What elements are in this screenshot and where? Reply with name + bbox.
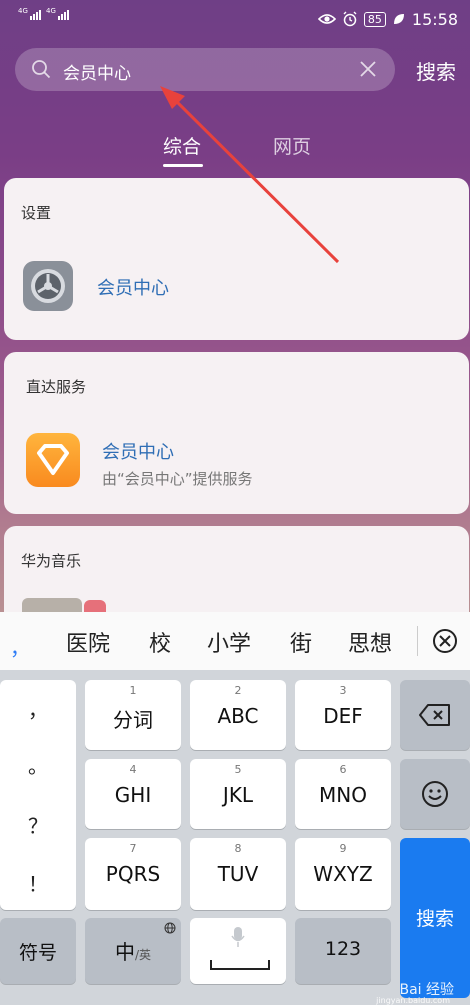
candidate-divider bbox=[417, 626, 418, 656]
candidate-word[interactable]: 校 bbox=[149, 626, 171, 658]
key-4[interactable]: 4 GHI bbox=[85, 759, 181, 829]
eye-icon bbox=[317, 14, 336, 24]
service-app-name: 会员中心 bbox=[102, 442, 174, 463]
music-card-title: 华为音乐 bbox=[21, 552, 82, 570]
clear-icon[interactable] bbox=[359, 60, 377, 78]
punct-key[interactable]: ， bbox=[0, 694, 76, 723]
punct-key[interactable]: 。 bbox=[0, 750, 76, 779]
key-1[interactable]: 1 分词 bbox=[85, 680, 181, 750]
alarm-icon bbox=[343, 11, 357, 27]
watermark-url: jingyan.baidu.com bbox=[376, 996, 450, 1005]
space-key[interactable] bbox=[190, 918, 286, 984]
search-icon bbox=[32, 60, 51, 79]
sim1-signal-icon: 4G bbox=[18, 7, 42, 20]
settings-result-row[interactable]: 会员中心 bbox=[4, 256, 469, 316]
candidate-bar: ， 医院 校 小学 街 思想 bbox=[0, 612, 470, 671]
language-switch-key[interactable]: 中/英 bbox=[85, 918, 181, 984]
status-time: 15:58 bbox=[411, 9, 458, 29]
sim2-signal-icon: 4G bbox=[46, 7, 70, 20]
symbol-key[interactable]: 符号 bbox=[0, 918, 76, 984]
settings-card-title: 设置 bbox=[21, 204, 52, 222]
key-3[interactable]: 3 DEF bbox=[295, 680, 391, 750]
search-input[interactable]: 会员中心 bbox=[15, 48, 395, 91]
member-center-app-icon bbox=[26, 433, 80, 487]
result-tabs: 综合 网页 bbox=[0, 132, 470, 172]
key-9[interactable]: 9 WXYZ bbox=[295, 838, 391, 910]
direct-service-card: 直达服务 会员中心 由“会员中心”提供服务 bbox=[4, 352, 469, 514]
punct-key[interactable]: ！ bbox=[0, 868, 76, 897]
emoji-key[interactable] bbox=[400, 759, 470, 829]
collapse-candidates-icon[interactable] bbox=[432, 628, 458, 654]
candidate-word[interactable]: 小学 bbox=[207, 626, 251, 658]
active-tab-indicator bbox=[163, 164, 203, 167]
number-key[interactable]: 123 bbox=[295, 918, 391, 984]
globe-icon bbox=[164, 922, 176, 934]
tab-web[interactable]: 网页 bbox=[273, 132, 311, 159]
key-7[interactable]: 7 PQRS bbox=[85, 838, 181, 910]
service-card-title: 直达服务 bbox=[26, 378, 87, 396]
backspace-icon bbox=[419, 704, 450, 726]
search-button[interactable]: 搜索 bbox=[416, 56, 456, 85]
settings-card: 设置 会员中心 bbox=[4, 178, 469, 340]
candidate-word[interactable]: 医院 bbox=[66, 626, 110, 658]
service-app-subtitle: 由“会员中心”提供服务 bbox=[102, 470, 253, 488]
key-8[interactable]: 8 TUV bbox=[190, 838, 286, 910]
enter-search-key[interactable]: 搜索 bbox=[400, 838, 470, 998]
space-bar-line bbox=[210, 960, 270, 970]
punctuation-column[interactable]: ， 。 ？ ！ bbox=[0, 680, 76, 910]
tab-all[interactable]: 综合 bbox=[163, 132, 201, 159]
search-query-text: 会员中心 bbox=[63, 64, 131, 84]
punct-key[interactable]: ？ bbox=[0, 810, 76, 839]
backspace-key[interactable] bbox=[400, 680, 470, 750]
key-2[interactable]: 2 ABC bbox=[190, 680, 286, 750]
leaf-icon bbox=[393, 14, 404, 24]
service-result-row[interactable]: 会员中心 由“会员中心”提供服务 bbox=[4, 428, 469, 494]
candidate-comma[interactable]: ， bbox=[10, 632, 30, 661]
microphone-icon bbox=[231, 927, 245, 947]
settings-gear-icon bbox=[23, 261, 73, 311]
candidate-word[interactable]: 街 bbox=[290, 626, 312, 658]
emoji-icon bbox=[422, 781, 448, 807]
keyboard: ， 。 ？ ！ 1 分词 2 ABC 3 DEF 4 GHI 5 JKL 6 MNO 7 PQ… bbox=[0, 670, 470, 1005]
candidate-word[interactable]: 思想 bbox=[348, 626, 392, 658]
status-bar: 4G 4G 85 15:58 bbox=[0, 0, 470, 38]
settings-app-name: 会员中心 bbox=[97, 278, 169, 299]
key-6[interactable]: 6 MNO bbox=[295, 759, 391, 829]
key-5[interactable]: 5 JKL bbox=[190, 759, 286, 829]
battery-icon: 85 bbox=[363, 11, 386, 27]
